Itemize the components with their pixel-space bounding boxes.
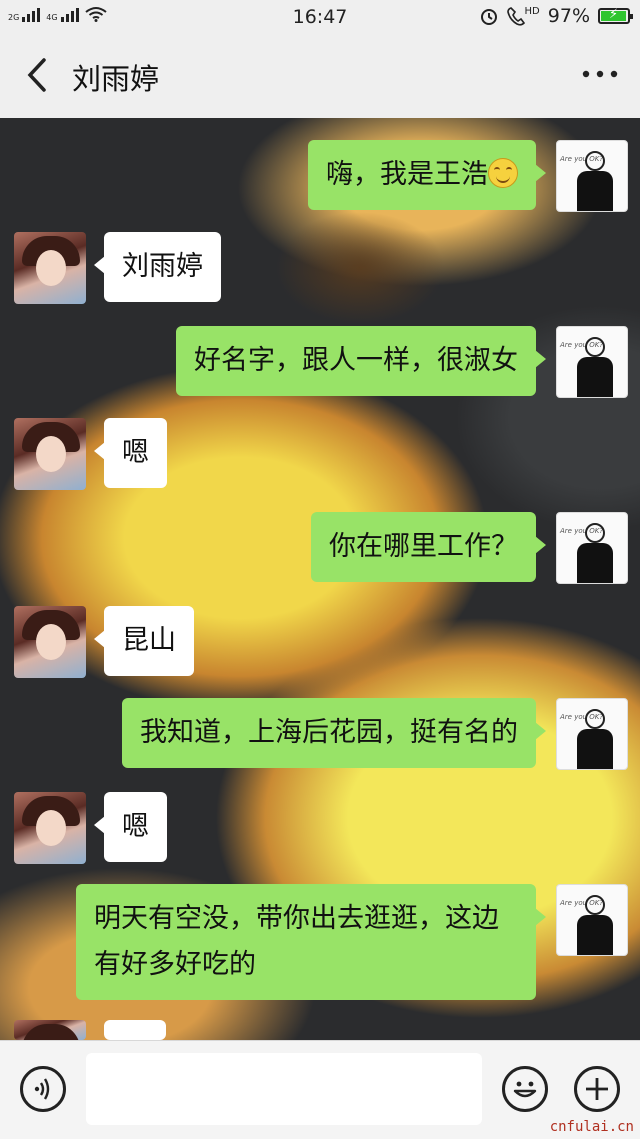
plus-icon [586,1078,608,1100]
input-bar: cnfulai.cn [0,1040,640,1139]
my-avatar[interactable]: Are you OK? [556,884,628,956]
emoji-button[interactable] [502,1066,548,1112]
message-text: 你在哪里工作？ [329,531,518,562]
contact-avatar[interactable] [14,792,86,864]
contact-avatar[interactable] [14,1020,86,1040]
chat-header: 刘雨婷 [0,34,640,119]
smiley-face-icon [513,1081,537,1098]
contact-name[interactable]: 刘雨婷 [72,56,159,98]
hd-call-icon: HD [506,6,540,26]
message-bubble[interactable]: 嗯 [94,792,167,862]
chat-area[interactable]: Are you OK? 嗨，我是王浩 刘雨婷 Are you OK? 好名字，跟… [0,118,640,1040]
voice-icon [34,1078,50,1100]
message-bubble[interactable]: 你在哪里工作？ [311,512,546,582]
message-text: 嗯 [122,437,149,468]
alarm-icon [480,9,497,25]
contact-avatar[interactable] [14,232,86,304]
message-text: 嗯 [122,811,149,842]
more-functions-button[interactable] [574,1066,620,1112]
message-bubble-partial[interactable] [104,1020,166,1040]
message-text: 明天有空没，带你出去逛逛，这边有好多好吃的 [94,903,499,980]
smile-emoji-icon [488,158,518,188]
my-avatar[interactable]: Are you OK? [556,512,628,584]
message-bubble[interactable]: 嗯 [94,418,167,488]
battery-percent: 97% [547,5,590,27]
contact-avatar[interactable] [14,418,86,490]
more-options-icon[interactable] [580,56,620,92]
my-avatar[interactable]: Are you OK? [556,698,628,770]
message-text: 好名字，跟人一样，很淑女 [194,345,518,376]
hd-label: HD [524,6,540,17]
battery-icon: ⚡ [598,7,633,24]
message-text: 昆山 [122,625,176,656]
contact-avatar[interactable] [14,606,86,678]
status-bar: 2G 4G 16:47 HD 97% ⚡ [0,0,640,34]
message-input[interactable] [86,1053,482,1125]
message-bubble[interactable]: 刘雨婷 [94,232,221,302]
message-text: 我知道，上海后花园，挺有名的 [140,717,518,748]
voice-input-button[interactable] [20,1066,66,1112]
message-bubble[interactable]: 昆山 [94,606,194,676]
back-icon[interactable] [22,52,62,98]
watermark: cnfulai.cn [549,1119,634,1135]
my-avatar[interactable]: Are you OK? [556,140,628,212]
message-bubble[interactable]: 我知道，上海后花园，挺有名的 [122,698,546,768]
my-avatar[interactable]: Are you OK? [556,326,628,398]
message-text: 嗨，我是王浩 [326,159,488,190]
message-bubble[interactable]: 嗨，我是王浩 [308,140,546,210]
message-text: 刘雨婷 [122,251,203,282]
message-bubble[interactable]: 好名字，跟人一样，很淑女 [176,326,546,396]
message-bubble[interactable]: 明天有空没，带你出去逛逛，这边有好多好吃的 [76,884,546,1000]
